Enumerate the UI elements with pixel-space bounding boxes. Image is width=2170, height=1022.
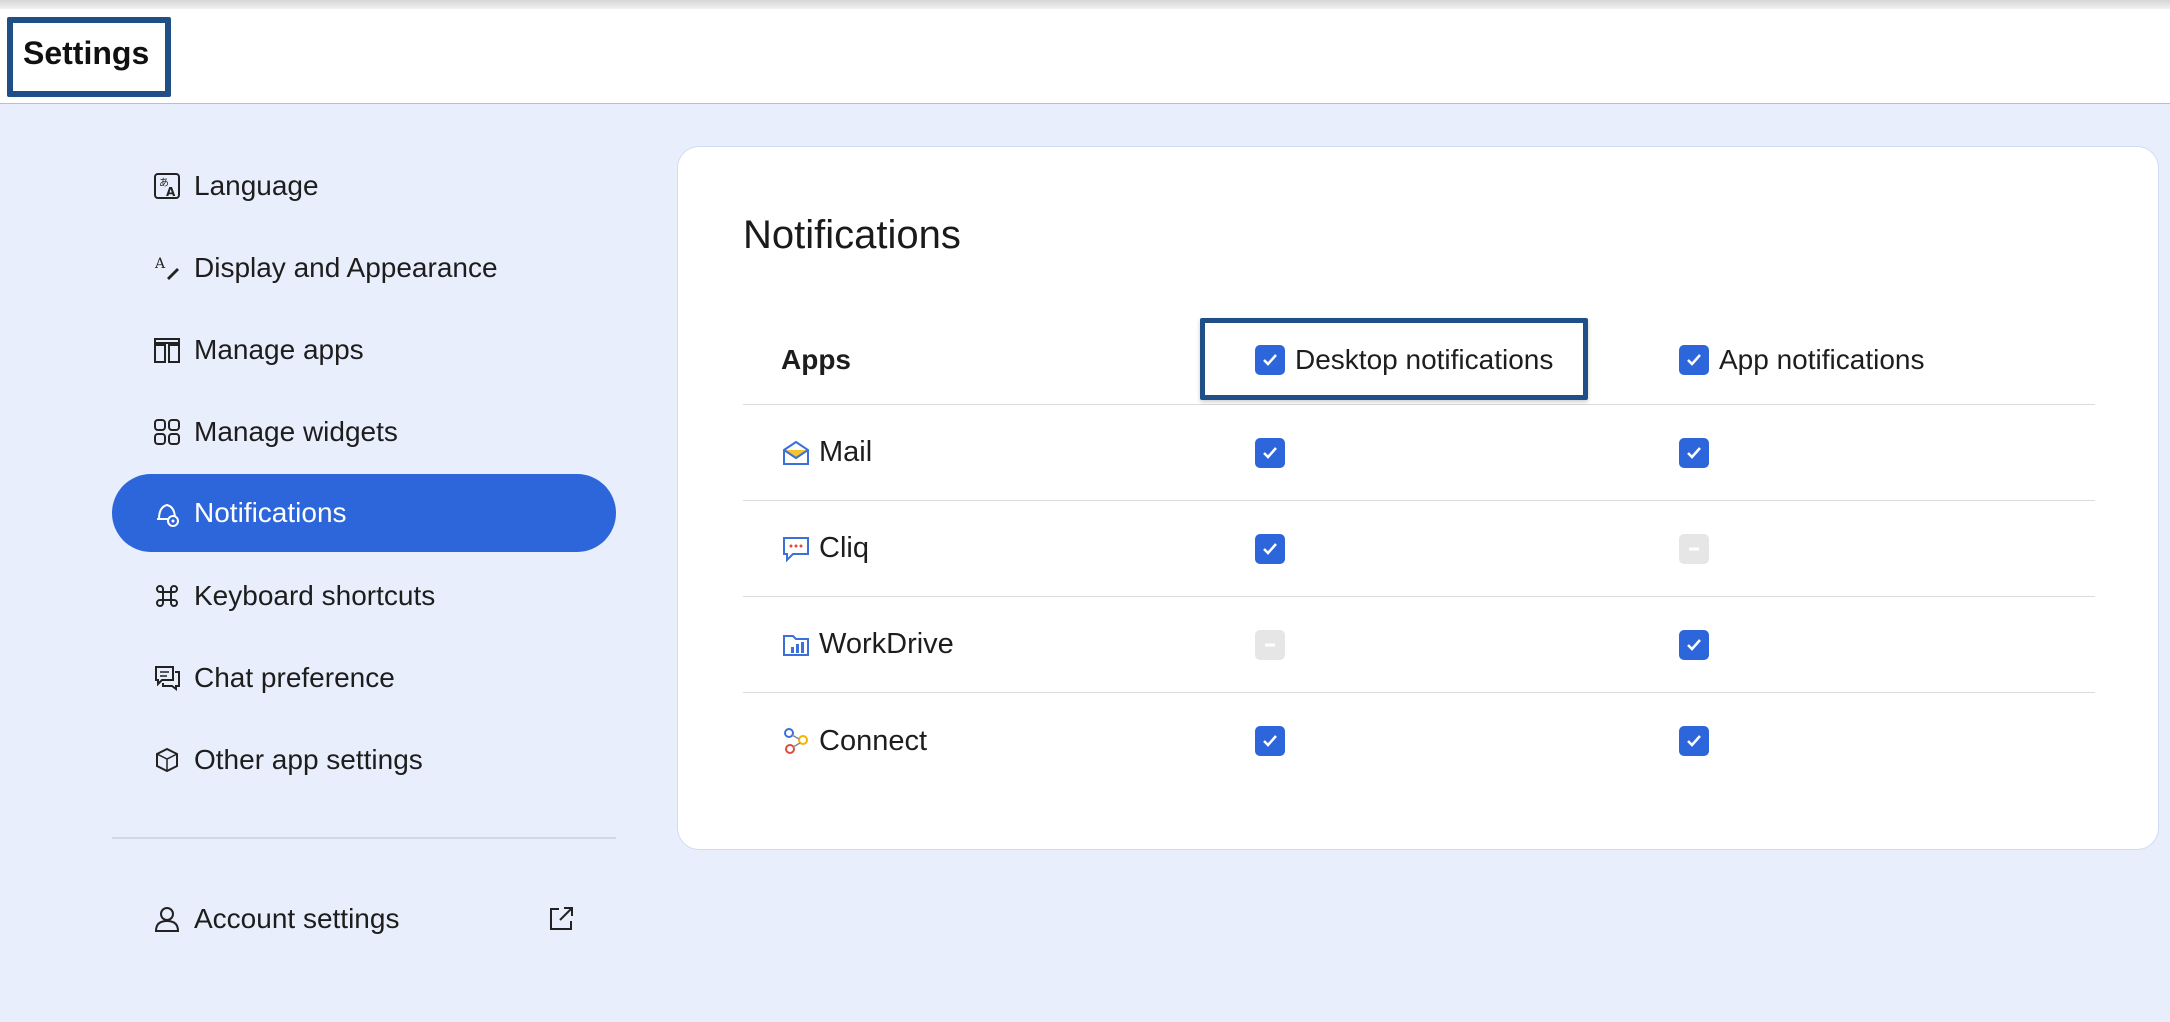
header-bar [0,9,2170,104]
connect-icon [781,726,811,756]
sidebar-item-label: Display and Appearance [194,252,498,283]
sidebar-item-chat-preference[interactable]: Chat preference [112,639,616,717]
cliq-icon [781,534,811,564]
connect-app-checkbox[interactable] [1679,726,1709,756]
desktop-cell [1255,405,1285,500]
sidebar-item-account-settings[interactable]: Account settings [112,880,616,958]
window-top-strip [0,0,2170,9]
sidebar-item-label: Notifications [194,497,347,528]
sidebar-item-label: Language [194,170,319,201]
external-link-icon[interactable] [546,904,576,934]
sidebar-item-display-appearance[interactable]: A Display and Appearance [112,229,616,307]
app-select-all-checkbox[interactable] [1679,344,1709,375]
svg-text:A: A [154,256,166,272]
page-title: Settings [7,17,171,97]
column-header-apps: Apps [781,343,851,375]
app-cell-checkbox [1679,597,1709,692]
app-cell-checkbox [1679,693,1709,789]
language-icon: あA [152,171,182,201]
chat-icon [152,663,182,693]
sidebar-item-label: Keyboard shortcuts [194,580,436,611]
table-row: Mail [743,405,2095,501]
app-name: WorkDrive [819,628,954,660]
sidebar-item-label: Other app settings [194,744,423,775]
app-cell-checkbox [1679,405,1709,500]
notification-bell-icon [152,498,182,528]
sidebar-item-language[interactable]: あA Language [112,147,616,225]
sidebar-item-label: Manage apps [194,334,364,365]
app-cell-checkbox [1679,501,1709,596]
app-cell: Cliq [781,501,869,596]
cliq-desktop-checkbox[interactable] [1255,533,1285,564]
app-cell: Connect [781,693,927,789]
table-row: Connect [743,693,2095,789]
section-title: Notifications [743,213,961,257]
sidebar-item-notifications[interactable]: Notifications [112,474,616,552]
widgets-icon [152,417,182,447]
cube-icon [152,745,182,775]
desktop-cell [1255,597,1285,692]
sidebar-item-manage-apps[interactable]: Manage apps [112,311,616,389]
column-header-app: App notifications [1679,315,1924,404]
app-name: Mail [819,436,873,468]
sidebar-item-label: Chat preference [194,662,395,693]
app-cell: WorkDrive [781,597,954,692]
desktop-cell [1255,501,1285,596]
workdrive-icon [781,630,811,660]
connect-desktop-checkbox[interactable] [1255,726,1285,756]
desktop-notifications-highlight [1200,318,1588,400]
mail-icon [781,438,811,468]
sidebar-item-manage-widgets[interactable]: Manage widgets [112,393,616,471]
sidebar-item-keyboard-shortcuts[interactable]: Keyboard shortcuts [112,557,616,635]
mail-app-checkbox[interactable] [1679,437,1709,468]
sidebar-item-label: Manage widgets [194,416,398,447]
column-header-label: App notifications [1719,343,1925,375]
app-cell: Mail [781,405,872,500]
desktop-cell [1255,693,1285,789]
notifications-card: Notifications Apps Desktop notifications… [677,146,2159,850]
cliq-app-checkbox [1679,533,1709,564]
manage-apps-icon [152,335,182,365]
table-row: Cliq [743,501,2095,597]
table-row: WorkDrive [743,597,2095,693]
display-appearance-icon: A [152,253,182,283]
app-name: Cliq [819,532,869,564]
sidebar-item-label: Account settings [194,903,400,934]
workdrive-app-checkbox[interactable] [1679,629,1709,660]
command-key-icon [152,581,182,611]
sidebar-item-other-app-settings[interactable]: Other app settings [112,721,616,799]
mail-desktop-checkbox[interactable] [1255,437,1285,468]
app-name: Connect [819,724,928,757]
user-icon [152,904,182,934]
svg-text:A: A [166,185,176,199]
sidebar-divider [112,837,616,839]
workdrive-desktop-checkbox [1255,629,1285,660]
